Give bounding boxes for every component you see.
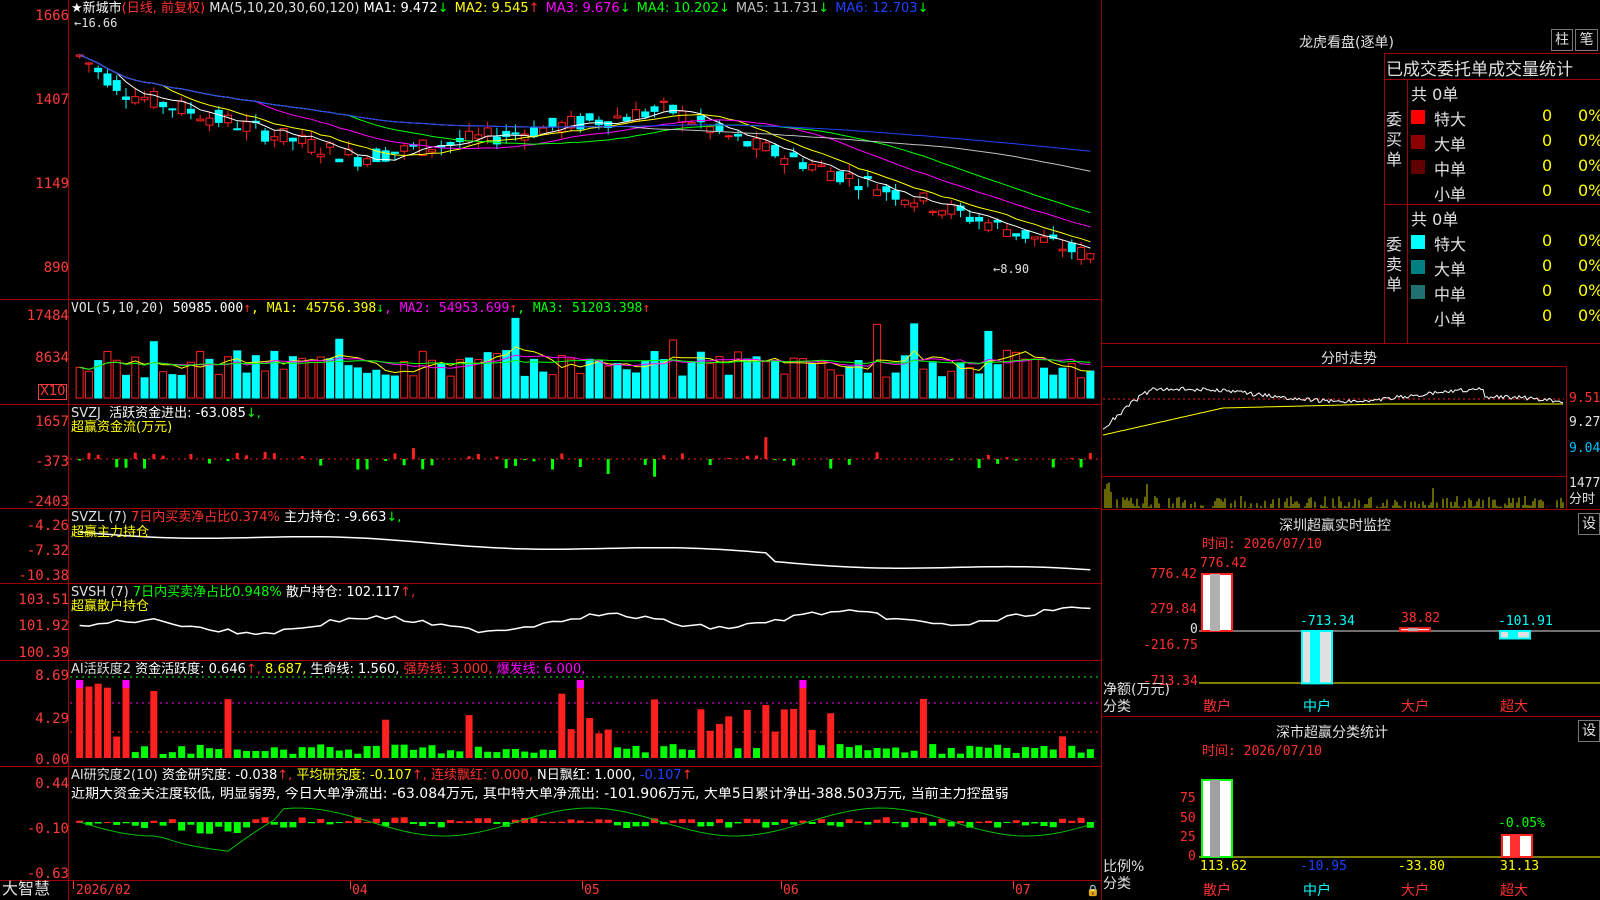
sz-class-chart xyxy=(1199,779,1600,858)
sz-class-cat: 中户 xyxy=(1303,883,1331,899)
sz-class-cat: 散户 xyxy=(1203,883,1231,899)
sz-class-cat: 超大 xyxy=(1500,883,1528,899)
sz-class-value: -33.80 xyxy=(1398,859,1445,874)
sz-class-annot: -0.05% xyxy=(1498,816,1545,831)
sz-class-bar-shade xyxy=(1510,835,1520,857)
sz-class-value: 113.62 xyxy=(1200,859,1247,874)
sz-class-value: 31.13 xyxy=(1500,859,1540,874)
sz-class-bar-shade xyxy=(1210,780,1220,857)
sz-class-cat: 大户 xyxy=(1401,883,1429,899)
sz-class-value: -10.95 xyxy=(1300,859,1347,874)
